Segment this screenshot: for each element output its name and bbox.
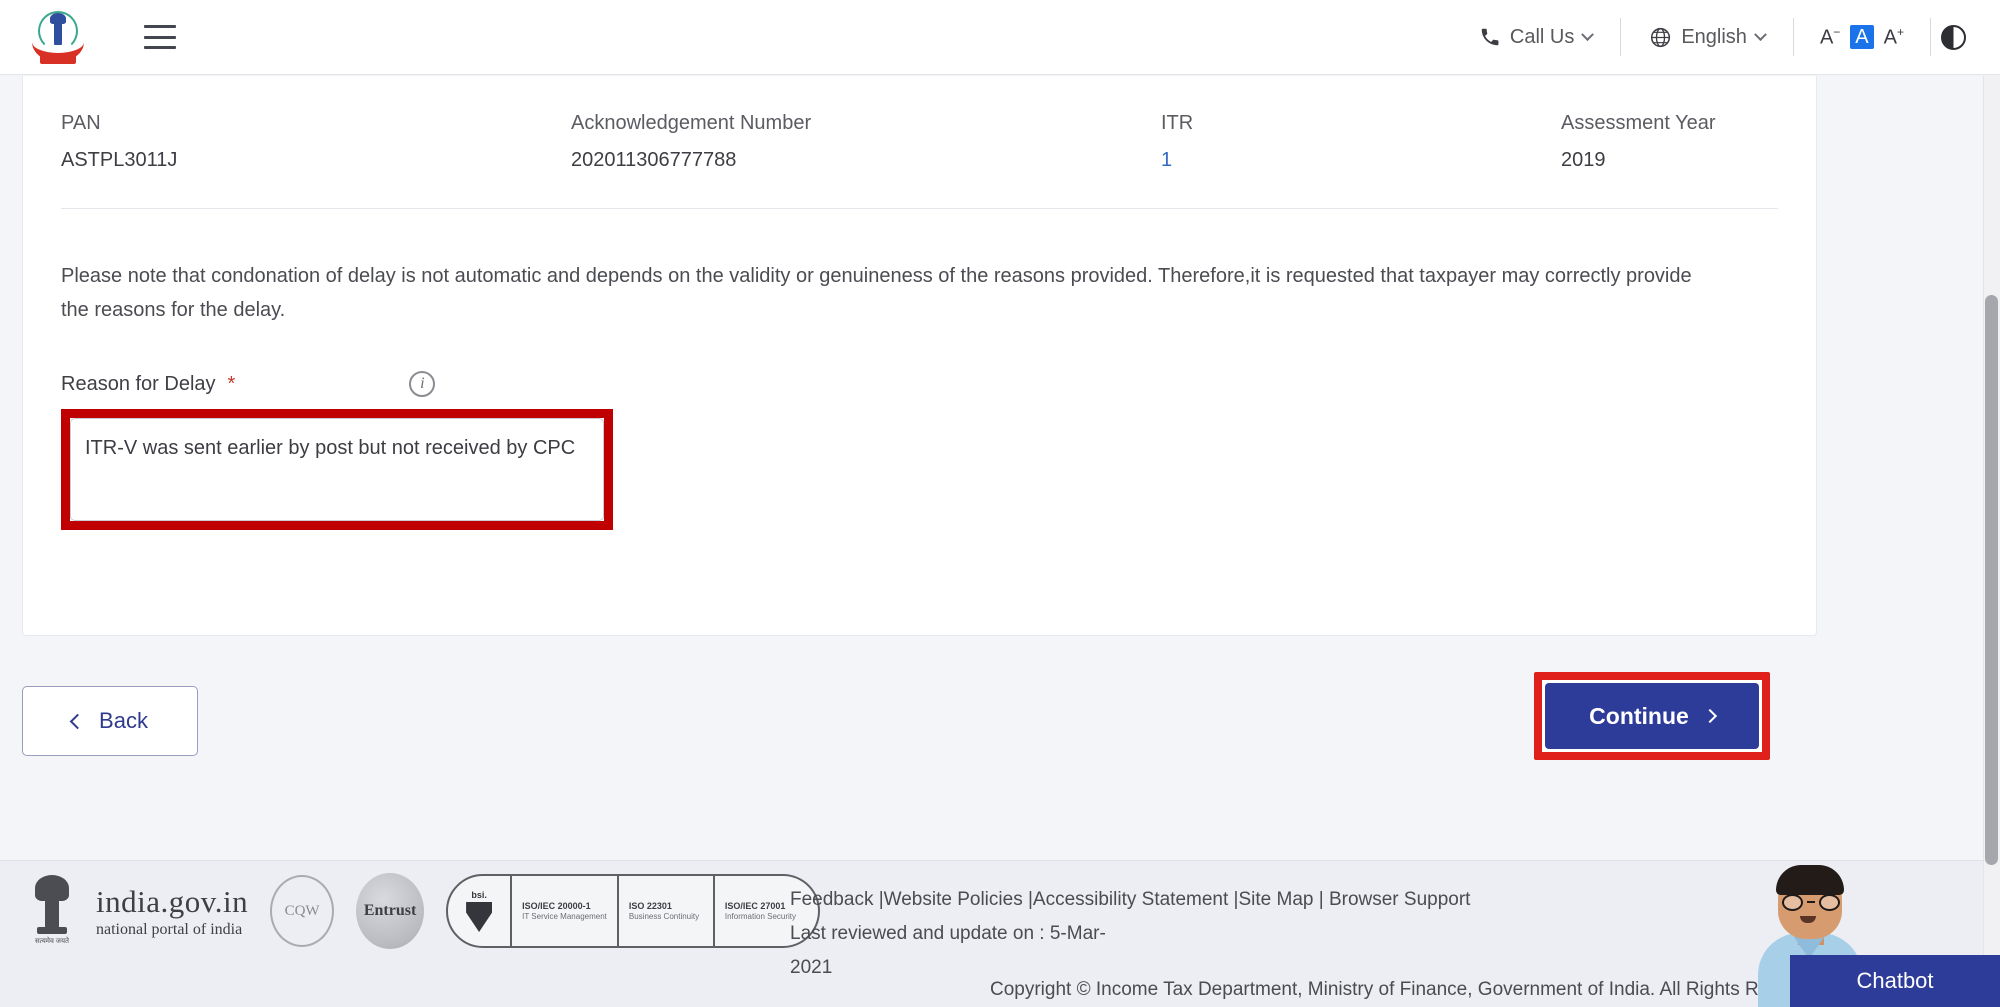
page-left-gutter [0,76,22,860]
info-icon[interactable]: i [409,371,436,397]
ashoka-pillar-icon: सत्यमेव जयते [30,875,74,947]
ashoka-capital [35,875,69,901]
satyameva-jayate-caption: सत्यमेव जयते [34,938,70,945]
pan-label: PAN [61,112,101,134]
font-decrease-button[interactable]: A− [1820,26,1840,48]
page-scrollbar-thumb[interactable] [1985,295,1998,865]
acknowledgement-label: Acknowledgement Number [571,112,812,134]
reason-field-label: Reason for Delay [61,372,216,395]
bsi-logo-cell: bsi. [446,874,513,948]
bsi-label: bsi. [471,890,487,900]
chatbot-button[interactable]: Chatbot [1790,955,2000,1007]
language-label: English [1681,25,1747,48]
iso-title: ISO 22301 [628,900,672,911]
footer-links-block: Feedback |Website Policies |Accessibilit… [790,883,1490,985]
footer-copyright: Copyright © Income Tax Department, Minis… [990,979,1827,1000]
required-asterisk: * [227,372,236,395]
entrust-seal-icon: Entrust [356,873,425,949]
summary-itr: ITR 1 [1161,112,1561,172]
page-root: Call Us English A− A A+ PAN ASTPL3011J A… [0,0,2000,1007]
summary-pan: PAN ASTPL3011J [61,112,571,172]
site-header: Call Us English A− A A+ [0,0,2000,75]
header-divider [1792,18,1794,56]
font-increase-button[interactable]: A+ [1884,26,1904,48]
hamburger-bar [144,35,176,39]
ashoka-base [37,927,67,934]
back-button[interactable]: Back [22,686,198,756]
globe-icon [1651,27,1671,47]
condonation-form-card: PAN ASTPL3011J Acknowledgement Number 20… [22,76,1817,636]
header-utility-group: Call Us English A− A A+ [1461,17,2000,57]
return-summary-row: PAN ASTPL3011J Acknowledgement Number 20… [61,102,1778,172]
iso-subtitle: Information Security [724,911,797,921]
assessment-year-value: 2019 [1561,149,1606,171]
avatar-bridge [1807,901,1815,903]
cqw-certification-icon: CQW [270,875,335,947]
iso-title: ISO/IEC 27001 [724,900,786,911]
contrast-toggle-icon[interactable] [1941,24,1966,50]
call-us-label: Call Us [1509,25,1575,48]
itr-label: ITR [1161,112,1194,134]
ashoka-stem [45,901,59,927]
language-selector[interactable]: English [1631,26,1783,49]
reason-field-annotation-highlight [61,409,613,530]
iso-certification-strip: bsi. ISO/IEC 20000-1 IT Service Manageme… [446,874,821,948]
summary-acknowledgement: Acknowledgement Number 202011306777788 [571,112,1161,172]
itr-value[interactable]: 1 [1161,149,1561,172]
reason-for-delay-input[interactable] [70,418,604,521]
continue-button-annotation-highlight: Continue [1534,672,1770,760]
iso-subtitle: Business Continuity [628,911,700,921]
avatar-glasses-icon [1782,893,1840,911]
hamburger-menu-icon[interactable] [144,25,176,49]
font-size-controls: A− A A+ [1804,25,1920,49]
site-footer: सत्यमेव जयते india.gov.in national porta… [0,860,2000,1007]
iso-cell: ISO/IEC 20000-1 IT Service Management [512,874,619,948]
font-increase-label: A [1883,26,1897,49]
avatar-lens [1782,893,1803,911]
hamburger-bar [144,25,176,28]
chevron-down-icon [1754,27,1767,41]
header-divider [1930,18,1931,56]
continue-button-label: Continue [1589,702,1689,729]
section-divider [61,208,1778,209]
chevron-right-icon [1702,708,1717,724]
footer-links-line-1[interactable]: Feedback |Website Policies |Accessibilit… [790,889,1470,944]
emblem-ribbon-band [40,55,76,64]
phone-icon [1481,28,1499,46]
iso-subtitle: IT Service Management [522,911,607,921]
iso-cell: ISO 22301 Business Continuity [618,874,715,948]
income-tax-emblem-icon[interactable] [30,9,86,65]
assessment-year-label: Assessment Year [1561,112,1716,134]
india-gov-in-title: india.gov.in [96,883,249,919]
condonation-note-text: Please note that condonation of delay is… [61,265,1692,321]
font-normal-button[interactable]: A [1850,25,1874,49]
form-action-bar: Back Continue [22,672,1817,782]
continue-button[interactable]: Continue [1545,683,1759,749]
chatbot-widget[interactable]: Chatbot [1730,860,2000,1007]
bsi-kitemark-icon [466,902,493,932]
iso-title: ISO/IEC 20000-1 [522,900,591,911]
india-gov-in-subtitle: national portal of india [96,920,243,938]
font-normal-label: A [1855,26,1869,48]
pan-value: ASTPL3011J [61,149,178,171]
india-gov-in-logo[interactable]: india.gov.in national portal of india [96,884,248,939]
footer-logo-group: सत्यमेव जयते india.gov.in national porta… [30,873,821,949]
back-button-label: Back [99,708,148,733]
avatar-hair [1776,865,1844,895]
chevron-left-icon [69,713,86,729]
acknowledgement-value: 202011306777788 [571,149,737,171]
hamburger-bar [144,46,176,49]
font-decrease-label: A [1819,26,1834,49]
header-divider [1620,18,1622,56]
emblem-pillar [54,15,62,45]
avatar-lens [1819,893,1840,911]
call-us-menu[interactable]: Call Us [1461,26,1610,49]
summary-assessment-year: Assessment Year 2019 [1561,112,1811,172]
chatbot-label: Chatbot [1856,968,1934,993]
reason-field-label-row: Reason for Delay * i [61,371,661,397]
chevron-down-icon [1581,27,1595,41]
